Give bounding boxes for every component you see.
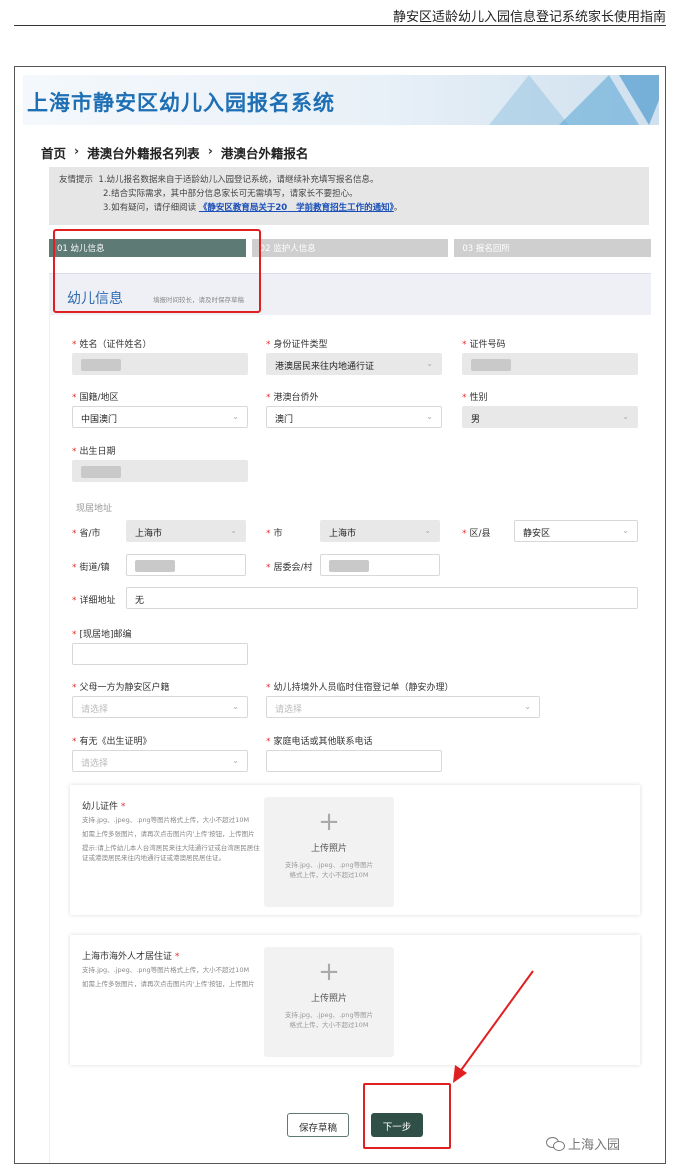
residence-label: * 幼儿持境外人员临时住宿登记单（静安办理） [266,683,454,693]
residence-select[interactable]: 请选择 ⌄ [266,696,540,718]
tips-line-3: 3.如有疑问，请仔细阅读 [103,203,197,213]
talent-permit-upload-card: 上海市海外人才居住证 * 支持.jpg、.jpeg、.png等图片格式上传，大小… [70,935,640,1065]
chevron-down-icon: ⌄ [426,412,433,421]
birth-cert-label: * 有无《出生证明》 [72,737,152,747]
chevron-down-icon: ⌄ [230,526,237,535]
city-label: * 市 [266,529,283,539]
breadcrumb-list[interactable]: 港澳台外籍报名列表 [87,143,200,162]
breadcrumb-separator: › [207,143,213,158]
nationality-label: * 国籍/地区 [72,393,119,403]
document-header: 静安区适龄幼儿入园信息登记系统家长使用指南 [14,0,666,26]
chevron-down-icon: ⌄ [424,526,431,535]
birth-cert-select[interactable]: 请选择 ⌄ [72,750,248,772]
detail-address-label: * 详细地址 [72,596,116,606]
redacted-value [135,560,175,572]
chevron-down-icon: ⌄ [426,359,433,368]
id-number-label: * 证件号码 [462,340,506,350]
breadcrumb: 首页 › 港澳台外籍报名列表 › 港澳台外籍报名 [41,143,308,162]
detail-address-field[interactable]: 无 [126,587,638,609]
city-select: 上海市 ⌄ [320,520,440,542]
chevron-down-icon: ⌄ [232,412,239,421]
upload-description: 支持.jpg、.jpeg、.png等图片格式上传，大小不超过10M 如需上传多张… [82,966,255,988]
district-label: * 区/县 [462,529,491,539]
phone-field[interactable] [266,750,442,772]
tips-line-1: 1.幼儿报名数据来自于适龄幼儿入园登记系统，请继续补充填写报名信息。 [98,175,379,185]
chevron-down-icon: ⌄ [622,526,629,535]
breadcrumb-home[interactable]: 首页 [41,143,66,162]
hukou-label: * 父母一方为静安区户籍 [72,683,170,693]
province-select: 上海市 ⌄ [126,520,246,542]
nationality-select[interactable]: 中国澳门 ⌄ [72,406,248,428]
name-label: * 姓名（证件姓名） [72,340,152,350]
upload-title: 上海市海外人才居住证 * [82,952,180,962]
highlight-box [53,229,261,313]
tips-prefix: 友情提示 [59,175,94,185]
breadcrumb-current: 港澳台外籍报名 [220,146,309,161]
district-select[interactable]: 静安区 ⌄ [514,520,638,542]
address-section-label: 现居地址 [76,504,113,514]
child-info-form: * 姓名（证件姓名） * 身份证件类型 港澳居民来往内地通行证 ⌄ * 证件号码 * 国籍… [49,315,651,1163]
chevron-down-icon: ⌄ [622,412,629,421]
redacted-value [329,560,369,572]
birth-date-field [72,460,248,482]
chevron-down-icon: ⌄ [232,756,239,765]
system-title: 上海市静安区幼儿入园报名系统 [27,91,335,115]
province-label: * 省/市 [72,529,101,539]
overseas-label: * 港澳台侨外 [266,393,319,403]
street-field[interactable] [126,554,246,576]
banner-decoration [619,75,659,125]
tips-line-2: 2.结合实际需求，其中部分信息家长可无需填写，请家长不要担心。 [103,189,358,199]
gender-select: 男 ⌄ [462,406,638,428]
wechat-icon [546,1136,565,1151]
birth-date-label: * 出生日期 [72,447,116,457]
system-banner: 上海市静安区幼儿入园报名系统 [23,75,659,125]
upload-photo-button[interactable]: + 上传照片 支持.jpg、.jpeg、.png等图片格式上传，大小不超过10M [264,797,394,907]
street-label: * 街道/镇 [72,563,110,573]
redacted-value [81,466,121,478]
name-field [72,353,248,375]
upload-description: 支持.jpg、.jpeg、.png等图片格式上传，大小不超过10M 如需上传多张… [82,816,260,862]
id-type-select: 港澳居民来往内地通行证 ⌄ [266,353,442,375]
overseas-select[interactable]: 澳门 ⌄ [266,406,442,428]
save-draft-button[interactable]: 保存草稿 [287,1113,349,1137]
gender-label: * 性别 [462,393,488,403]
phone-label: * 家庭电话或其他联系电话 [266,737,373,747]
step-guardian-info[interactable]: 02 监护人信息 [251,239,449,257]
committee-field[interactable] [320,554,440,576]
breadcrumb-separator: › [74,143,80,158]
chevron-down-icon: ⌄ [524,702,531,711]
committee-label: * 居委会/村 [266,563,313,573]
annotation-arrow [453,970,534,1083]
redacted-value [471,359,511,371]
id-type-label: * 身份证件类型 [266,340,328,350]
postcode-label: * [现居地]邮编 [72,630,132,640]
tips-panel: 友情提示 1.幼儿报名数据来自于适龄幼儿入园登记系统，请继续补充填写报名信息。 … [49,167,649,225]
postcode-field[interactable] [72,643,248,665]
plus-icon: + [318,807,340,837]
chevron-down-icon: ⌄ [232,702,239,711]
banner-decoration [489,75,569,125]
screenshot-frame: 上海市静安区幼儿入园报名系统 首页 › 港澳台外籍报名列表 › 港澳台外籍报名 … [14,66,666,1164]
hukou-select[interactable]: 请选择 ⌄ [72,696,248,718]
highlight-box [363,1083,451,1149]
upload-title: 幼儿证件 * [82,802,126,812]
id-number-field [462,353,638,375]
step-submit[interactable]: 03 报名回所 [454,239,652,257]
redacted-value [81,359,121,371]
notice-link[interactable]: 《静安区教育局关于20 学前教育招生工作的通知》 [199,203,394,213]
plus-icon: + [318,957,340,987]
watermark: 上海入园 [546,1134,620,1153]
child-id-upload-card: 幼儿证件 * 支持.jpg、.jpeg、.png等图片格式上传，大小不超过10M… [70,785,640,915]
upload-photo-button[interactable]: + 上传照片 支持.jpg、.jpeg、.png等图片格式上传，大小不超过10M [264,947,394,1057]
document-header-title: 静安区适龄幼儿入园信息登记系统家长使用指南 [392,10,666,25]
